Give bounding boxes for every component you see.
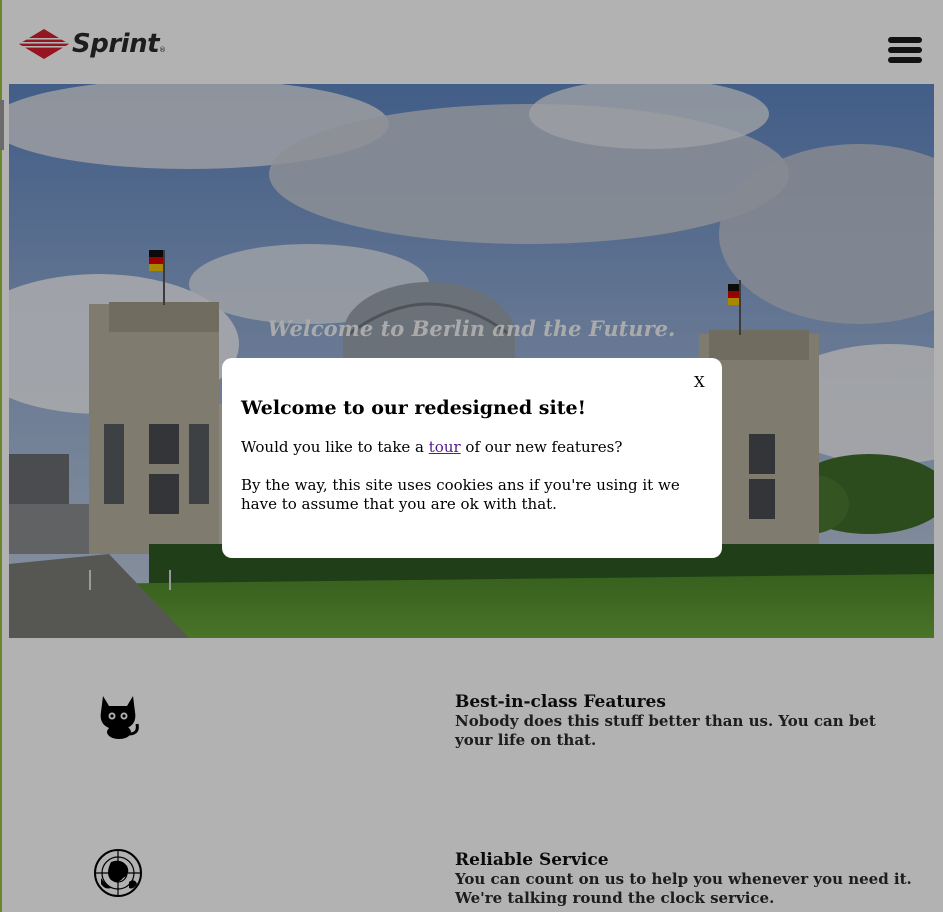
window-left-marker [0, 100, 4, 150]
tour-prompt-suffix: of our new features? [460, 438, 623, 456]
tour-prompt: Would you like to take a tour of our new… [241, 438, 703, 457]
cookie-notice: By the way, this site uses cookies ans i… [241, 476, 680, 513]
tour-prompt-prefix: Would you like to take a [241, 438, 429, 456]
welcome-modal: X Welcome to our redesigned site! Would … [222, 358, 722, 558]
page: Sprint ® Welcome to Berlin and the Futur… [0, 0, 943, 912]
modal-title: Welcome to our redesigned site! [241, 397, 586, 419]
close-button[interactable]: X [694, 373, 705, 391]
tour-link[interactable]: tour [429, 438, 461, 456]
